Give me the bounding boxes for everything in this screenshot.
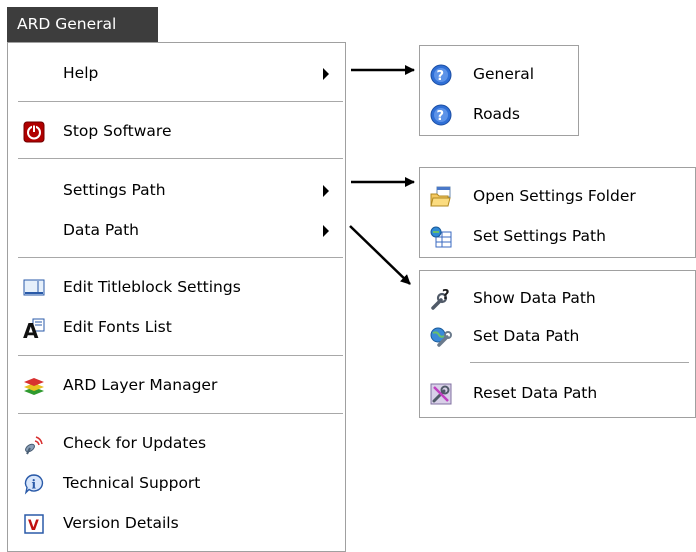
arrow-to-data-submenu xyxy=(349,225,411,285)
callout-arrows xyxy=(349,65,415,285)
